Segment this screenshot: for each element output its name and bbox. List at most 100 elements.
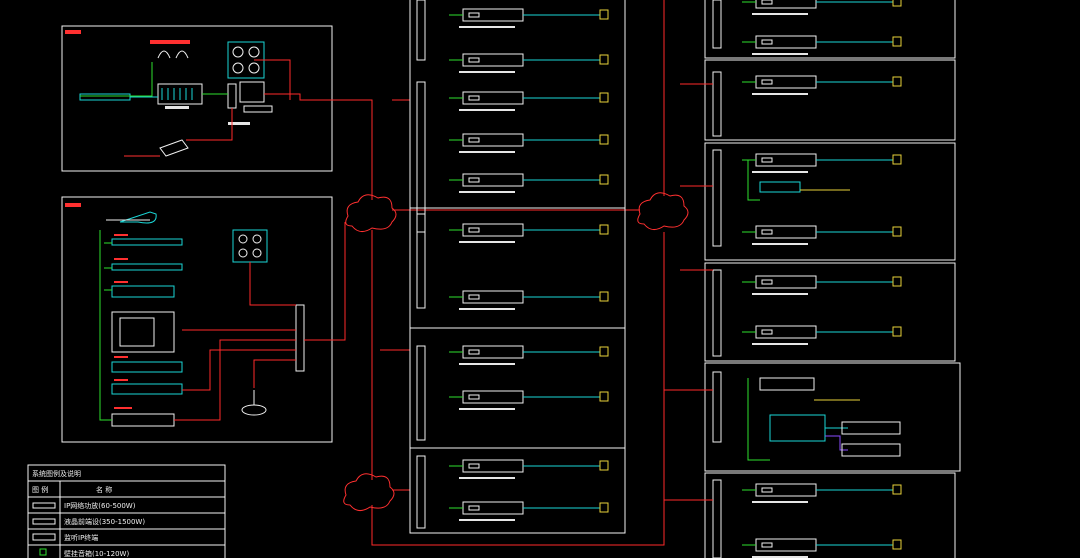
control-room-panel: [61, 25, 333, 172]
legend-row-1: IP网络功放(60-500W): [64, 501, 136, 510]
zone-row: [742, 275, 902, 295]
zone-row: [742, 483, 902, 503]
amplifier-panel: [468, 505, 480, 511]
speaker-icon: [39, 548, 47, 556]
network-switch: [712, 269, 722, 357]
zone-rows-right: [664, 0, 902, 558]
amplifier-panel: [468, 12, 480, 18]
zone-row: [742, 325, 902, 345]
monitor-speaker-icon-2: [232, 229, 268, 263]
amplifier-device: [755, 325, 817, 339]
amplifier-panel: [468, 57, 480, 63]
amplifier-panel: [761, 0, 773, 5]
control-host-device: [157, 83, 203, 109]
zone-row: [742, 153, 902, 173]
amplifier-panel: [468, 137, 480, 143]
zone-row: [449, 390, 609, 410]
amplifier-device: [755, 153, 817, 167]
amplifier-panel: [761, 542, 773, 548]
speaker-icon: [892, 539, 902, 550]
zone-row: [742, 538, 902, 558]
amplifier-panel: [468, 227, 480, 233]
network-switch: [416, 455, 426, 529]
mixer-device: [759, 377, 815, 391]
speaker-icon: [599, 224, 609, 235]
zone-rows-middle: [416, 0, 609, 529]
amplifier-panel: [761, 229, 773, 235]
network-switch: [712, 371, 722, 443]
network-cloud-3: [343, 473, 395, 511]
amplifier-panel: [761, 79, 773, 85]
speaker-icon: [892, 154, 902, 165]
speaker-icon: [599, 502, 609, 513]
speaker-icon: [892, 76, 902, 87]
speaker-icon: [599, 346, 609, 357]
speaker-icon: [599, 54, 609, 65]
zone-row: [449, 459, 609, 479]
speaker-icon: [892, 226, 902, 237]
amplifier-device: [462, 459, 524, 473]
zone-row: [449, 8, 609, 28]
amplifier-icon: [32, 518, 56, 525]
network-switch: [712, 71, 722, 137]
speaker-icon: [892, 36, 902, 47]
zone-row: [742, 0, 902, 15]
tuner-device: [79, 93, 131, 101]
speaker-icon: [599, 134, 609, 145]
amplifier-device: [755, 483, 817, 497]
network-switch: [416, 213, 426, 309]
amplifier-device: [755, 225, 817, 239]
amplifier-device: [462, 8, 524, 22]
amplifier-device: [755, 275, 817, 289]
speaker-icon: [892, 484, 902, 495]
speaker-icon: [599, 391, 609, 402]
network-cloud-2: [637, 192, 689, 230]
amplifier-panel: [761, 279, 773, 285]
amplifier-panel: [468, 95, 480, 101]
legend-row-3: 监听IP终端: [64, 533, 98, 542]
network-switch: [416, 345, 426, 441]
expander-device: [759, 181, 801, 193]
zone-row: [742, 225, 902, 245]
amplifier-panel: [468, 463, 480, 469]
amplifier-panel: [468, 177, 480, 183]
zone-row: [742, 75, 902, 95]
amplifier-device: [462, 53, 524, 67]
zone-row: [449, 290, 609, 310]
speaker-icon: [599, 460, 609, 471]
amplifier-panel: [761, 157, 773, 163]
amplifier-device: [462, 133, 524, 147]
amplifier-panel: [468, 349, 480, 355]
speaker-icon: [599, 92, 609, 103]
amplifier-device: [755, 75, 817, 89]
network-switch: [712, 479, 722, 558]
amplifier-device: [462, 173, 524, 187]
amplifier-panel: [468, 394, 480, 400]
desk-microphone-icon: [106, 211, 157, 224]
legend-row-2: 液晶前端设(350-1500W): [64, 517, 145, 526]
amplifier-device: [462, 345, 524, 359]
amplifier-device: [462, 390, 524, 404]
legend-row-4: 壁挂音箱(10-120W): [64, 549, 129, 558]
speaker-icon: [892, 276, 902, 287]
amplifier-device: [462, 223, 524, 237]
speaker-icon: [599, 291, 609, 302]
amplifier-panel: [761, 487, 773, 493]
legend-col-symbol: 图 例: [32, 485, 48, 494]
zone-row: [449, 91, 609, 111]
telephone-icon: [159, 139, 189, 157]
zone-column-right: [704, 0, 961, 558]
computer-icon: [227, 81, 273, 113]
zone-row: [742, 35, 902, 55]
amplifier-icon: [32, 502, 56, 509]
network-switch: [416, 0, 426, 61]
paging-station-icon: [241, 390, 267, 416]
amplifier-panel: [761, 329, 773, 335]
matrix-device: [769, 414, 826, 442]
speaker-icon: [599, 174, 609, 185]
equipment-rack: [111, 238, 183, 427]
amplifier-device: [755, 538, 817, 552]
amplifier-device: [462, 91, 524, 105]
zone-row: [449, 345, 609, 365]
zone-row: [449, 501, 609, 521]
